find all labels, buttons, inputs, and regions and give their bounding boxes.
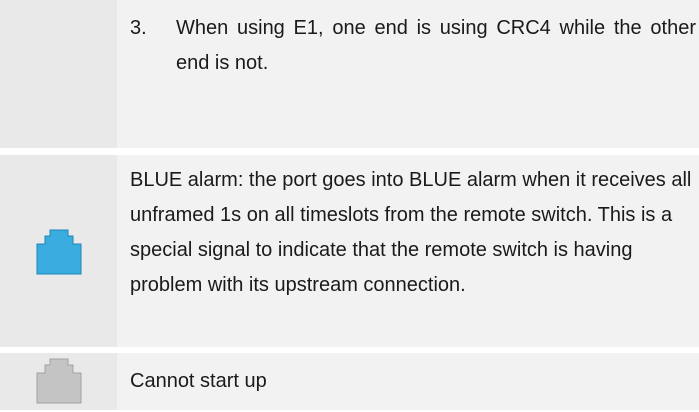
port-blue-icon-shape (36, 229, 82, 275)
description-cell: Cannot start up (121, 353, 699, 410)
list-number: 3. (130, 17, 147, 39)
port-gray-icon-shape (36, 358, 82, 404)
icon-cell (0, 353, 117, 410)
description-cell: 3. When using E1, one end is using CRC4 … (121, 0, 699, 148)
cannot-start-description: Cannot start up (130, 370, 267, 392)
icon-cell (0, 155, 117, 347)
table-row: 3. When using E1, one end is using CRC4 … (0, 0, 699, 148)
table-row: BLUE alarm: the port goes into BLUE alar… (0, 155, 699, 347)
list-item-text: When using E1, one end is using CRC4 whi… (176, 17, 696, 74)
table-row: Cannot start up (0, 353, 699, 410)
icon-cell (0, 0, 117, 148)
description-cell: BLUE alarm: the port goes into BLUE alar… (121, 155, 699, 347)
blue-alarm-description: BLUE alarm: the port goes into BLUE alar… (130, 169, 692, 296)
port-gray-icon (36, 358, 82, 404)
port-blue-icon (36, 229, 82, 275)
port-status-table: 3. When using E1, one end is using CRC4 … (0, 0, 699, 412)
